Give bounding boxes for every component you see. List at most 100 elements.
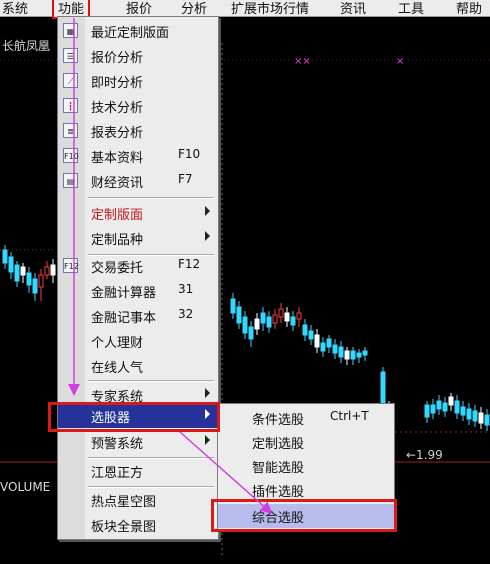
menu-separator	[88, 380, 214, 382]
submenu-item-condition-screen[interactable]: 条件选股 Ctrl+T	[218, 406, 394, 430]
menu-item-personal-finance[interactable]: 个人理财	[58, 329, 218, 353]
menu-item-basic-info[interactable]: F10 基本资料 F10	[58, 144, 218, 168]
menu-item-shortcut: F10	[178, 147, 201, 161]
menu-separator	[88, 197, 214, 199]
menu-item-report-analysis[interactable]: ≣ 报表分析	[58, 119, 218, 143]
highlight-box-stock-screener	[48, 402, 220, 432]
candle-body	[332, 344, 338, 354]
candle-body	[478, 412, 484, 424]
list-icon: ☰	[63, 48, 78, 63]
candle-body	[242, 316, 248, 334]
highlight-box-composite-screen	[211, 499, 397, 532]
menu-item-label: 在线人气	[91, 361, 144, 376]
main-menu-bar: 系统 功能 报价 分析 扩展市场行情 资讯 工具 帮助	[0, 0, 490, 19]
candle-body	[272, 314, 278, 324]
candle-body	[362, 350, 368, 356]
menu-analysis[interactable]: 分析	[181, 0, 207, 17]
report-icon: ≣	[63, 123, 78, 138]
menu-item-hotspot-starmap[interactable]: 热点星空图	[58, 488, 218, 512]
candle-body	[472, 410, 478, 422]
submenu-item-label: 智能选股	[252, 461, 305, 476]
candle-body	[314, 334, 320, 348]
candlestick-icon: ┇	[63, 98, 78, 113]
menu-item-label: 技术分析	[91, 101, 144, 116]
menu-item-realtime-analysis[interactable]: ⟋ 即时分析	[58, 69, 218, 93]
menu-item-custom-layout[interactable]: 定制版面	[58, 201, 218, 225]
candle-body	[260, 312, 266, 324]
menu-item-sector-panorama[interactable]: 板块全景图	[58, 513, 218, 537]
menu-item-label: 热点星空图	[91, 495, 157, 510]
candle-body	[296, 312, 302, 320]
menu-item-shortcut: F12	[178, 257, 201, 271]
menu-tools[interactable]: 工具	[398, 0, 424, 17]
candle-body	[344, 350, 350, 360]
menu-extended-market[interactable]: 扩展市场行情	[231, 0, 309, 17]
submenu-item-label: 条件选股	[252, 413, 305, 428]
chart-marker-single: ×	[396, 56, 405, 67]
candle-body	[26, 272, 32, 286]
submenu-item-label: 定制选股	[252, 437, 305, 452]
menu-item-financial-notebook[interactable]: 金融记事本 32	[58, 304, 218, 328]
candle-body	[20, 266, 26, 276]
candle-body	[356, 352, 362, 358]
candle-body	[278, 308, 284, 318]
menu-item-custom-symbols[interactable]: 定制品种	[58, 226, 218, 250]
menu-item-online-popularity[interactable]: 在线人气	[58, 354, 218, 378]
price-low-label: ←1.99	[406, 448, 443, 462]
candle-body	[236, 306, 242, 324]
menu-system[interactable]: 系统	[2, 0, 28, 17]
menu-item-quote-analysis[interactable]: ☰ 报价分析	[58, 44, 218, 68]
volume-label: VOLUME	[0, 480, 51, 494]
candle-body	[38, 274, 44, 288]
menu-item-label: 财经资讯	[91, 176, 144, 191]
submenu-item-custom-screen[interactable]: 定制选股	[218, 430, 394, 454]
menu-quote[interactable]: 报价	[126, 0, 152, 17]
menu-item-label: 金融计算器	[91, 286, 157, 301]
menu-item-technical-analysis[interactable]: ┇ 技术分析	[58, 94, 218, 118]
candle-body	[2, 249, 8, 264]
candle-body	[8, 256, 14, 273]
candle-body	[308, 330, 314, 340]
menu-item-label: 定制品种	[91, 233, 144, 248]
news-icon: ▤	[63, 173, 78, 188]
candle-body	[284, 312, 290, 322]
candle-body	[14, 264, 20, 282]
menu-item-finance-news[interactable]: ▤ 财经资讯 F7	[58, 169, 218, 193]
menu-help[interactable]: 帮助	[456, 0, 482, 17]
submenu-item-smart-screen[interactable]: 智能选股	[218, 454, 394, 478]
menu-item-shortcut: 32	[178, 307, 194, 321]
chart-marker-double: ××	[294, 56, 311, 67]
menu-news[interactable]: 资讯	[340, 0, 366, 17]
line-chart-icon: ⟋	[63, 73, 78, 88]
menu-item-label: 报价分析	[91, 51, 144, 66]
candle-body	[44, 266, 50, 276]
menu-item-financial-calculator[interactable]: 金融计算器 31	[58, 279, 218, 303]
candle-body	[436, 400, 442, 410]
f10-icon: F10	[63, 148, 79, 163]
candle-body	[290, 316, 296, 326]
submenu-arrow-icon	[205, 388, 210, 398]
menu-item-shortcut: F7	[178, 172, 193, 186]
menu-item-label: 金融记事本	[91, 311, 157, 326]
menu-item-label: 最近定制版面	[91, 26, 170, 41]
menu-item-label: 即时分析	[91, 76, 144, 91]
submenu-item-label: 插件选股	[252, 485, 305, 500]
menu-item-gann-square[interactable]: 江恩正方	[58, 459, 218, 483]
submenu-arrow-icon	[205, 435, 210, 445]
candle-body	[460, 406, 466, 416]
menu-item-label: 交易委托	[91, 261, 144, 276]
menu-item-label: 个人理财	[91, 336, 144, 351]
candle-body	[350, 350, 356, 360]
submenu-item-shortcut: Ctrl+T	[330, 409, 369, 423]
candle-body	[430, 404, 436, 414]
menu-item-recent-layout[interactable]: ▦ 最近定制版面	[58, 19, 218, 43]
submenu-arrow-icon	[205, 206, 210, 216]
candle-body	[454, 400, 460, 414]
candle-body	[424, 404, 430, 418]
candle-body	[302, 324, 308, 336]
candle-body	[320, 342, 326, 352]
menu-item-trade-order[interactable]: F12 交易委托 F12	[58, 254, 218, 278]
candle-body	[32, 278, 38, 294]
menu-item-alert-system[interactable]: 预警系统	[58, 430, 218, 454]
candle-body	[248, 326, 254, 340]
